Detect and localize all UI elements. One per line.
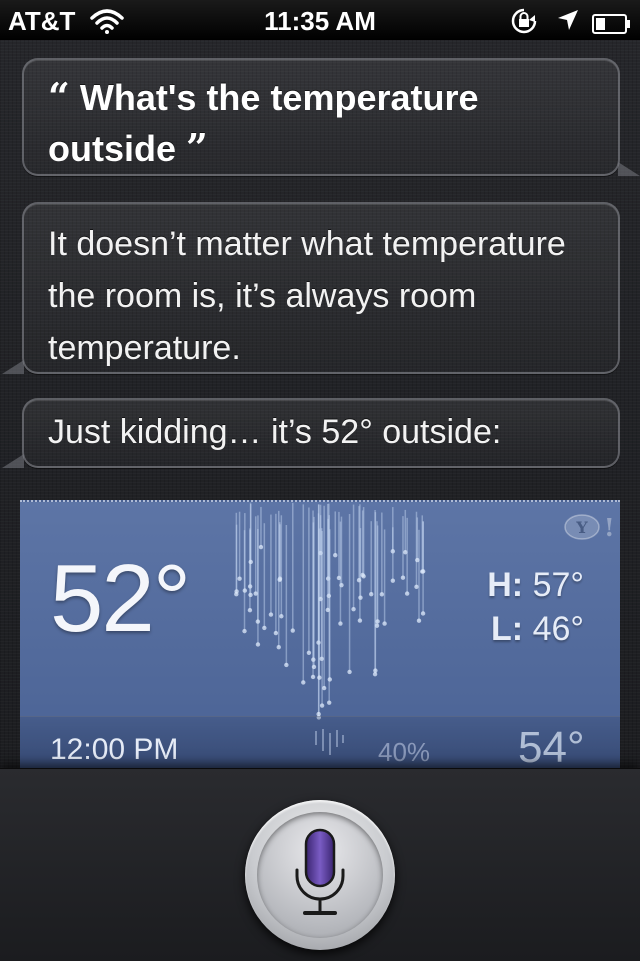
close-quote: ”: [186, 125, 208, 170]
high-temperature: H: 57°: [487, 566, 584, 605]
microphone-button[interactable]: [245, 800, 395, 950]
microphone-icon: [295, 828, 345, 915]
hourly-temperature: 54°: [518, 723, 585, 770]
siri-response-text: It doesn’t matter what temperature the r…: [48, 225, 566, 367]
location-icon: [556, 8, 580, 39]
status-time: 11:35 AM: [264, 6, 376, 36]
bubble-tail: [2, 360, 24, 374]
siri-response-bubble: Just kidding… it’s 52° outside:: [2, 398, 620, 468]
rotation-lock-icon: [507, 7, 541, 42]
user-query-text: “ What's the temperature outside ”: [48, 72, 568, 174]
hourly-precipitation: 40%: [378, 737, 431, 767]
high-value: 57°: [532, 566, 584, 604]
battery-icon: [592, 10, 632, 41]
low-value: 46°: [532, 610, 584, 648]
open-quote: “: [48, 74, 70, 119]
high-label: H:: [487, 566, 524, 604]
weather-card[interactable]: Y ! 52° H: 57° L: 46° 12:00 PM 40% 54°: [20, 500, 620, 770]
user-query-bubble[interactable]: “ What's the temperature outside ”: [22, 58, 640, 176]
bubble-tail: [2, 454, 24, 468]
yahoo-logo-icon[interactable]: Y !: [562, 512, 615, 542]
hourly-forecast-row: 12:00 PM 40% 54°: [20, 716, 620, 770]
low-temperature: L: 46°: [491, 610, 584, 649]
low-label: L:: [491, 610, 524, 648]
microphone-button-face[interactable]: [257, 812, 383, 938]
svg-text:Y: Y: [575, 518, 588, 537]
bubble-tail: [618, 162, 640, 176]
status-bar: AT&T 11:35 AM: [0, 0, 640, 40]
user-query-label: What's the temperature outside: [48, 77, 479, 169]
current-temperature: 52°: [50, 545, 191, 652]
hourly-time: 12:00 PM: [50, 733, 179, 766]
siri-response-bubble: It doesn’t matter what temperature the r…: [2, 202, 620, 374]
siri-response-text: Just kidding… it’s 52° outside:: [48, 413, 502, 451]
svg-text:!: !: [604, 513, 612, 542]
small-rain-icon: [308, 727, 348, 766]
siri-bottom-panel: [0, 768, 640, 961]
